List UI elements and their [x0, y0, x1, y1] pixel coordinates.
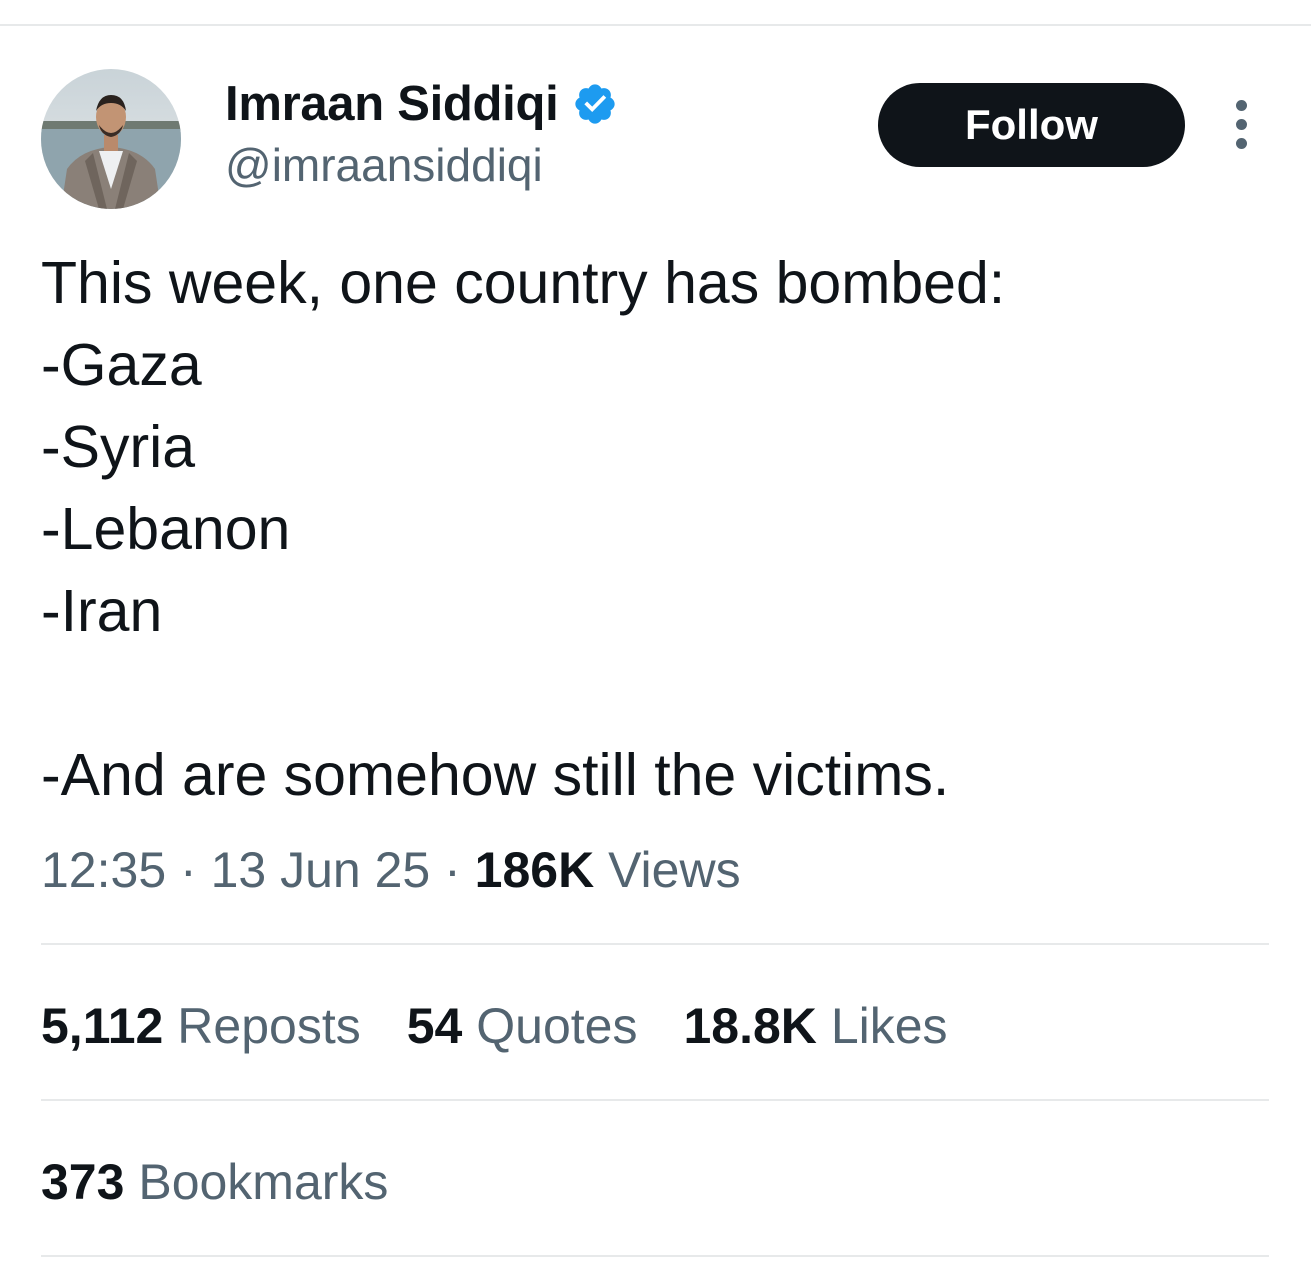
tweet-line: -And are somehow still the victims. [41, 742, 950, 808]
follow-button[interactable]: Follow [878, 83, 1185, 167]
views-label: Views [608, 842, 741, 898]
avatar-photo [41, 69, 181, 209]
tweet-date[interactable]: 13 Jun 25 [211, 842, 431, 898]
verified-badge-icon [575, 84, 616, 124]
author-display-name[interactable]: Imraan Siddiqi [225, 79, 559, 129]
divider [41, 1255, 1269, 1257]
engagement-stats: 5,112 Reposts 54 Quotes 18.8K Likes [41, 994, 948, 1058]
quotes-stat[interactable]: 54 Quotes [407, 994, 638, 1058]
tweet-line: -Gaza [41, 332, 202, 398]
reposts-label: Reposts [177, 998, 361, 1054]
bookmarks-stat[interactable]: 373 Bookmarks [41, 1150, 388, 1214]
more-options-icon[interactable] [1226, 100, 1256, 152]
tweet-meta: 12:35 · 13 Jun 25 · 186K Views [41, 838, 741, 902]
separator-dot: · [180, 842, 211, 898]
quotes-label: Quotes [476, 998, 638, 1054]
separator-dot: · [444, 842, 475, 898]
divider [41, 1099, 1269, 1101]
tweet-line: -Syria [41, 414, 196, 480]
top-divider [0, 24, 1311, 26]
tweet-text: This week, one country has bombed: -Gaza… [41, 242, 1271, 816]
likes-stat[interactable]: 18.8K Likes [683, 994, 947, 1058]
avatar[interactable] [41, 69, 181, 209]
author-handle[interactable]: @imraansiddiqi [225, 138, 543, 193]
reposts-stat[interactable]: 5,112 Reposts [41, 994, 361, 1058]
tweet-time[interactable]: 12:35 [41, 842, 166, 898]
bookmarks-count: 373 [41, 1154, 125, 1210]
reposts-count: 5,112 [41, 998, 164, 1054]
bookmarks-label: Bookmarks [138, 1154, 389, 1210]
tweet-line: -Lebanon [41, 496, 291, 562]
likes-label: Likes [830, 998, 948, 1054]
author-name-row[interactable]: Imraan Siddiqi [225, 74, 618, 134]
tweet-line [41, 652, 1271, 734]
tweet-line: -Iran [41, 578, 163, 644]
likes-count: 18.8K [683, 998, 817, 1054]
quotes-count: 54 [406, 998, 463, 1054]
tweet-line: This week, one country has bombed: [41, 250, 1006, 316]
divider [41, 943, 1269, 945]
views-count: 186K [474, 842, 595, 898]
